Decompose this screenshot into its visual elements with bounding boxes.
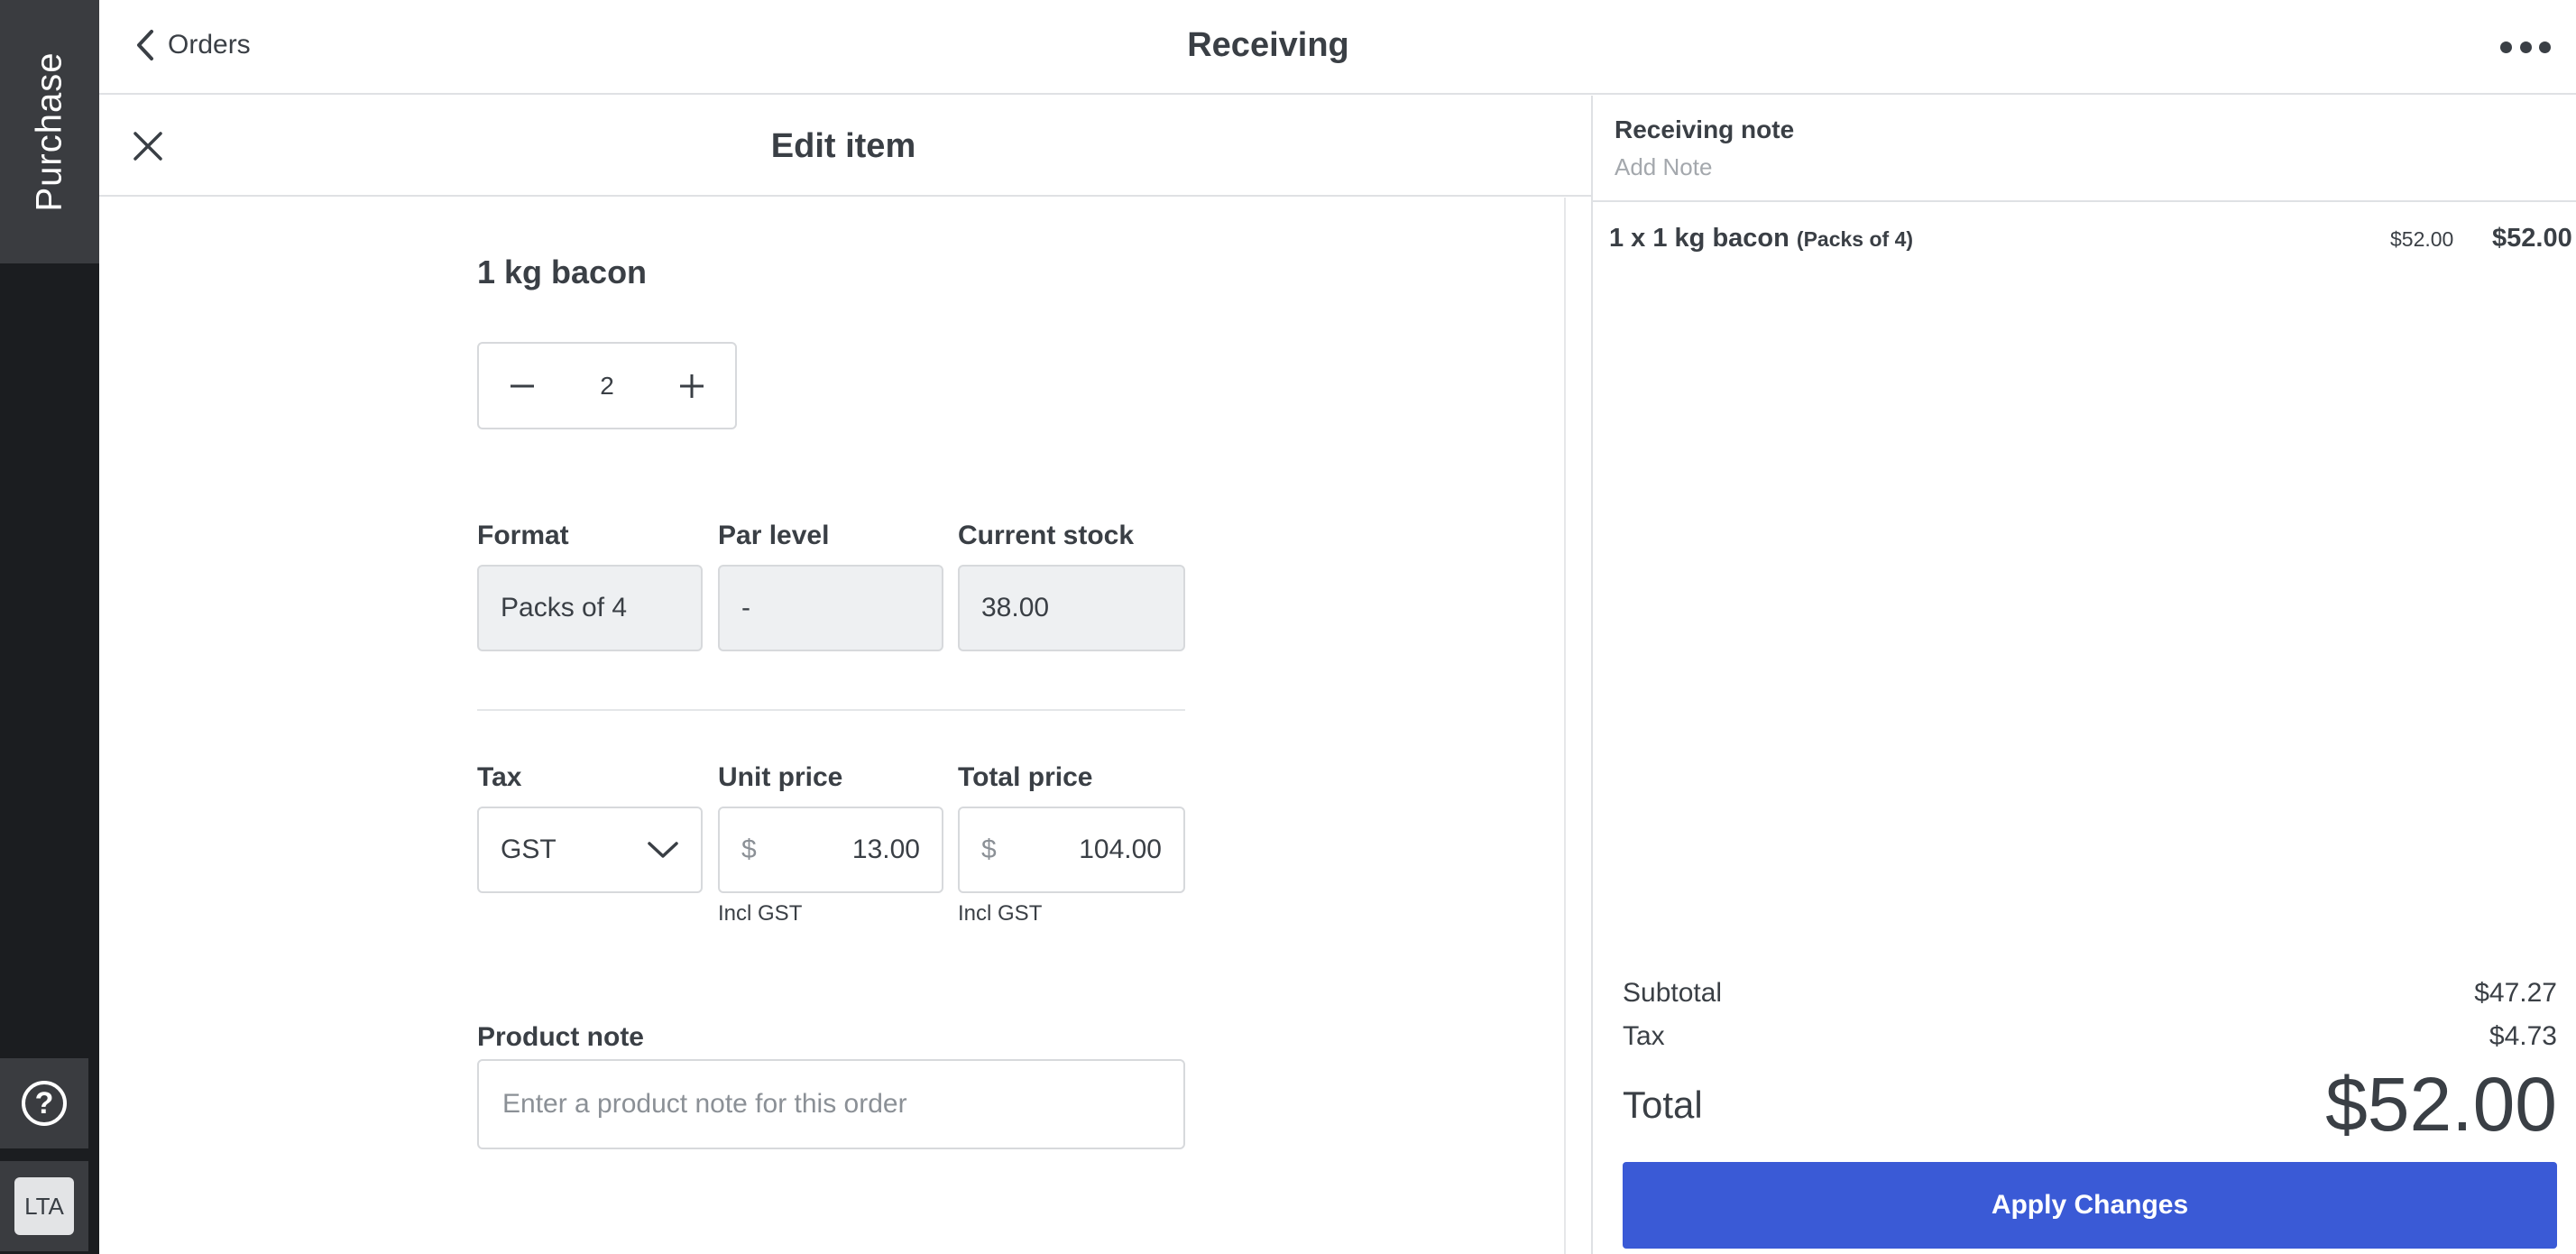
quantity-value[interactable]: 2 <box>600 372 614 401</box>
subtotal-value: $47.27 <box>2474 978 2557 1008</box>
minus-icon <box>511 384 534 387</box>
par-level-field: - <box>718 565 943 651</box>
more-options-icon[interactable] <box>2500 29 2551 65</box>
product-note-input[interactable] <box>477 1059 1185 1149</box>
item-name: 1 kg bacon <box>477 254 648 290</box>
close-icon[interactable] <box>124 123 171 170</box>
page-title: Receiving <box>1187 26 1349 64</box>
tax-summary-label: Tax <box>1623 1021 1665 1051</box>
plus-icon <box>679 373 704 398</box>
line-item-name: 1 x 1 kg bacon <box>1609 224 1789 253</box>
tax-select[interactable]: GST <box>477 807 703 893</box>
product-note-label: Product note <box>477 1022 644 1052</box>
unit-price-input[interactable]: $ 13.00 <box>718 807 943 893</box>
chevron-down-icon <box>648 842 678 858</box>
back-label: Orders <box>168 30 251 60</box>
unit-price-currency: $ <box>741 834 757 864</box>
tax-summary-value: $4.73 <box>2489 1021 2557 1051</box>
section-divider <box>477 709 1185 711</box>
receiving-note-input[interactable] <box>1615 153 2426 181</box>
increment-button[interactable] <box>670 364 713 408</box>
apply-changes-button[interactable]: Apply Changes <box>1623 1162 2557 1249</box>
total-price-label: Total price <box>958 762 1093 792</box>
back-to-orders-button[interactable]: Orders <box>135 0 251 90</box>
total-price-tax-note: Incl GST <box>958 901 1043 926</box>
left-rail: Purchase ? LTA <box>0 0 99 1254</box>
total-row: Total $52.00 <box>1623 1061 2557 1148</box>
line-item-description: 1 x 1 kg bacon (Packs of 4) <box>1609 224 1913 254</box>
edit-item-title: Edit item <box>770 127 916 165</box>
line-item-format: (Packs of 4) <box>1796 227 1914 251</box>
top-bar: Orders Receiving <box>99 0 2576 95</box>
current-stock-field: 38.00 <box>958 565 1185 651</box>
chevron-left-icon <box>137 30 153 60</box>
unit-price-value: 13.00 <box>851 834 920 864</box>
purchase-tab[interactable]: Purchase <box>0 0 99 263</box>
account-button[interactable]: LTA <box>0 1161 88 1251</box>
tax-label: Tax <box>477 762 522 792</box>
line-item-unit-price: $52.00 <box>2390 227 2454 251</box>
format-label: Format <box>477 521 569 550</box>
help-icon: ? <box>22 1081 67 1126</box>
receiving-note-section: Receiving note <box>1593 96 2576 202</box>
format-field: Packs of 4 <box>477 565 703 651</box>
total-price-value: 104.00 <box>1079 834 1162 864</box>
receiving-note-label: Receiving note <box>1615 115 1795 143</box>
edit-panel-scrollbar[interactable] <box>1564 198 1591 1254</box>
line-item-total: $52.00 <box>2492 224 2572 253</box>
total-value: $52.00 <box>2325 1062 2557 1147</box>
tax-select-value: GST <box>501 834 557 864</box>
unit-price-tax-note: Incl GST <box>718 901 803 926</box>
subtotal-row: Subtotal $47.27 <box>1623 978 2557 1009</box>
total-label: Total <box>1623 1083 1703 1126</box>
help-button[interactable]: ? <box>0 1058 88 1148</box>
avatar: LTA <box>14 1177 74 1235</box>
order-line-item[interactable] <box>1593 202 2576 310</box>
total-price-currency: $ <box>981 834 997 864</box>
subtotal-label: Subtotal <box>1623 978 1723 1008</box>
total-price-input[interactable]: $ 104.00 <box>958 807 1185 893</box>
current-stock-label: Current stock <box>958 521 1135 550</box>
tax-row: Tax $4.73 <box>1623 1021 2557 1052</box>
par-level-label: Par level <box>718 521 830 550</box>
order-summary-panel: Receiving note 1 x 1 kg bacon (Packs of … <box>1591 96 2576 1254</box>
quantity-stepper: 2 <box>477 342 737 429</box>
edit-item-form: 1 kg bacon 2 Format Par level Current st… <box>99 198 1564 1254</box>
unit-price-label: Unit price <box>718 762 843 792</box>
purchase-tab-label: Purchase <box>29 51 69 212</box>
edit-item-header: Edit item <box>99 96 1591 197</box>
decrement-button[interactable] <box>501 364 544 408</box>
